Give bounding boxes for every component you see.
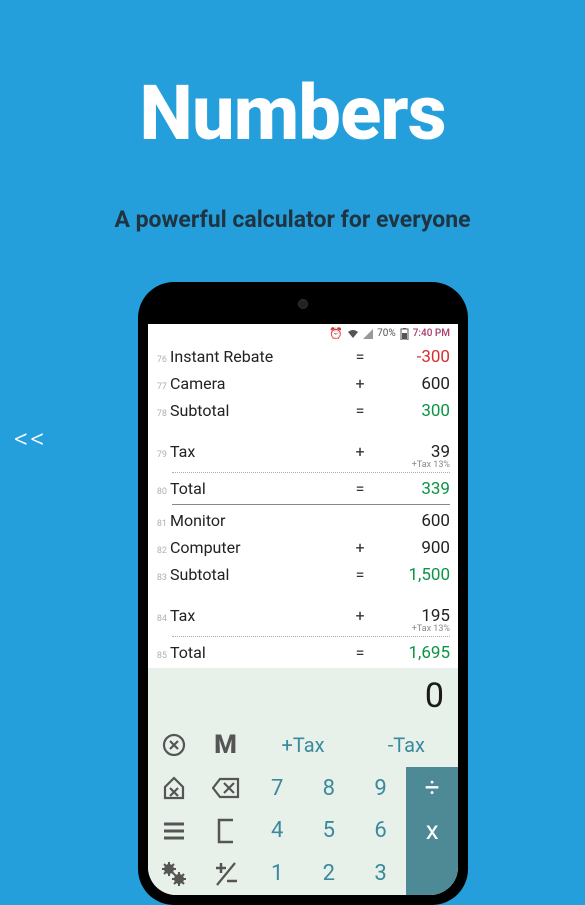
history-row[interactable]: 85Total=1,695 bbox=[152, 639, 450, 666]
backspace-icon[interactable] bbox=[200, 767, 252, 810]
history-row[interactable]: 80Total=339 bbox=[152, 475, 450, 502]
phone-screen: ⏰ 70% 7:40 PM 76Instant Rebate=-30077Cam… bbox=[148, 324, 458, 895]
tax-minus-button[interactable]: -Tax bbox=[355, 724, 458, 767]
hero-subtitle: A powerful calculator for everyone bbox=[0, 206, 585, 233]
status-bar: ⏰ 70% 7:40 PM bbox=[148, 324, 458, 343]
signal-icon bbox=[363, 329, 373, 339]
battery-percent: 70% bbox=[377, 328, 396, 339]
history-row[interactable]: 84Tax+195 bbox=[152, 602, 450, 629]
menu-icon[interactable] bbox=[148, 810, 200, 853]
key-6[interactable]: 6 bbox=[355, 810, 407, 853]
wifi-icon bbox=[347, 329, 359, 339]
multiply-button[interactable]: x bbox=[406, 810, 458, 853]
memory-button[interactable]: M bbox=[200, 724, 252, 767]
history-row[interactable]: 76Instant Rebate=-300 bbox=[152, 343, 450, 370]
key-7[interactable]: 7 bbox=[251, 767, 303, 810]
history-row[interactable]: 77Camera+600 bbox=[152, 370, 450, 397]
key-8[interactable]: 8 bbox=[303, 767, 355, 810]
phone-frame: ⏰ 70% 7:40 PM 76Instant Rebate=-30077Cam… bbox=[138, 282, 468, 905]
divide-button[interactable]: ÷ bbox=[406, 767, 458, 810]
history-row[interactable]: 78Subtotal=300 bbox=[152, 397, 450, 424]
status-time: 7:40 PM bbox=[413, 328, 450, 339]
clear-icon[interactable] bbox=[200, 810, 252, 853]
history-row[interactable]: 82Computer+900 bbox=[152, 534, 450, 561]
keypad: M +Tax -Tax 7 8 9 ÷ bbox=[148, 724, 458, 895]
alarm-icon: ⏰ bbox=[329, 327, 343, 340]
previous-arrow[interactable]: << bbox=[14, 422, 47, 455]
history-row[interactable]: 83Subtotal=1,500 bbox=[152, 561, 450, 588]
key-9[interactable]: 9 bbox=[355, 767, 407, 810]
calculation-history[interactable]: 76Instant Rebate=-30077Camera+60078Subto… bbox=[148, 343, 458, 668]
key-1[interactable]: 1 bbox=[251, 852, 303, 895]
calculator-display: 0 bbox=[148, 668, 458, 724]
key-5[interactable]: 5 bbox=[303, 810, 355, 853]
key-2[interactable]: 2 bbox=[303, 852, 355, 895]
hero-title: Numbers bbox=[0, 0, 585, 158]
battery-icon bbox=[400, 328, 409, 340]
tax-plus-button[interactable]: +Tax bbox=[251, 724, 354, 767]
key-3[interactable]: 3 bbox=[355, 852, 407, 895]
minus-button[interactable] bbox=[406, 852, 458, 895]
history-row[interactable]: 81Monitor600 bbox=[152, 507, 450, 534]
history-row[interactable]: 79Tax+39 bbox=[152, 438, 450, 465]
clear-entry-icon[interactable] bbox=[148, 724, 200, 767]
phone-camera bbox=[298, 299, 308, 309]
delete-line-icon[interactable] bbox=[148, 767, 200, 810]
key-4[interactable]: 4 bbox=[251, 810, 303, 853]
plus-minus-icon[interactable] bbox=[200, 852, 252, 895]
settings-icon[interactable] bbox=[148, 852, 200, 895]
